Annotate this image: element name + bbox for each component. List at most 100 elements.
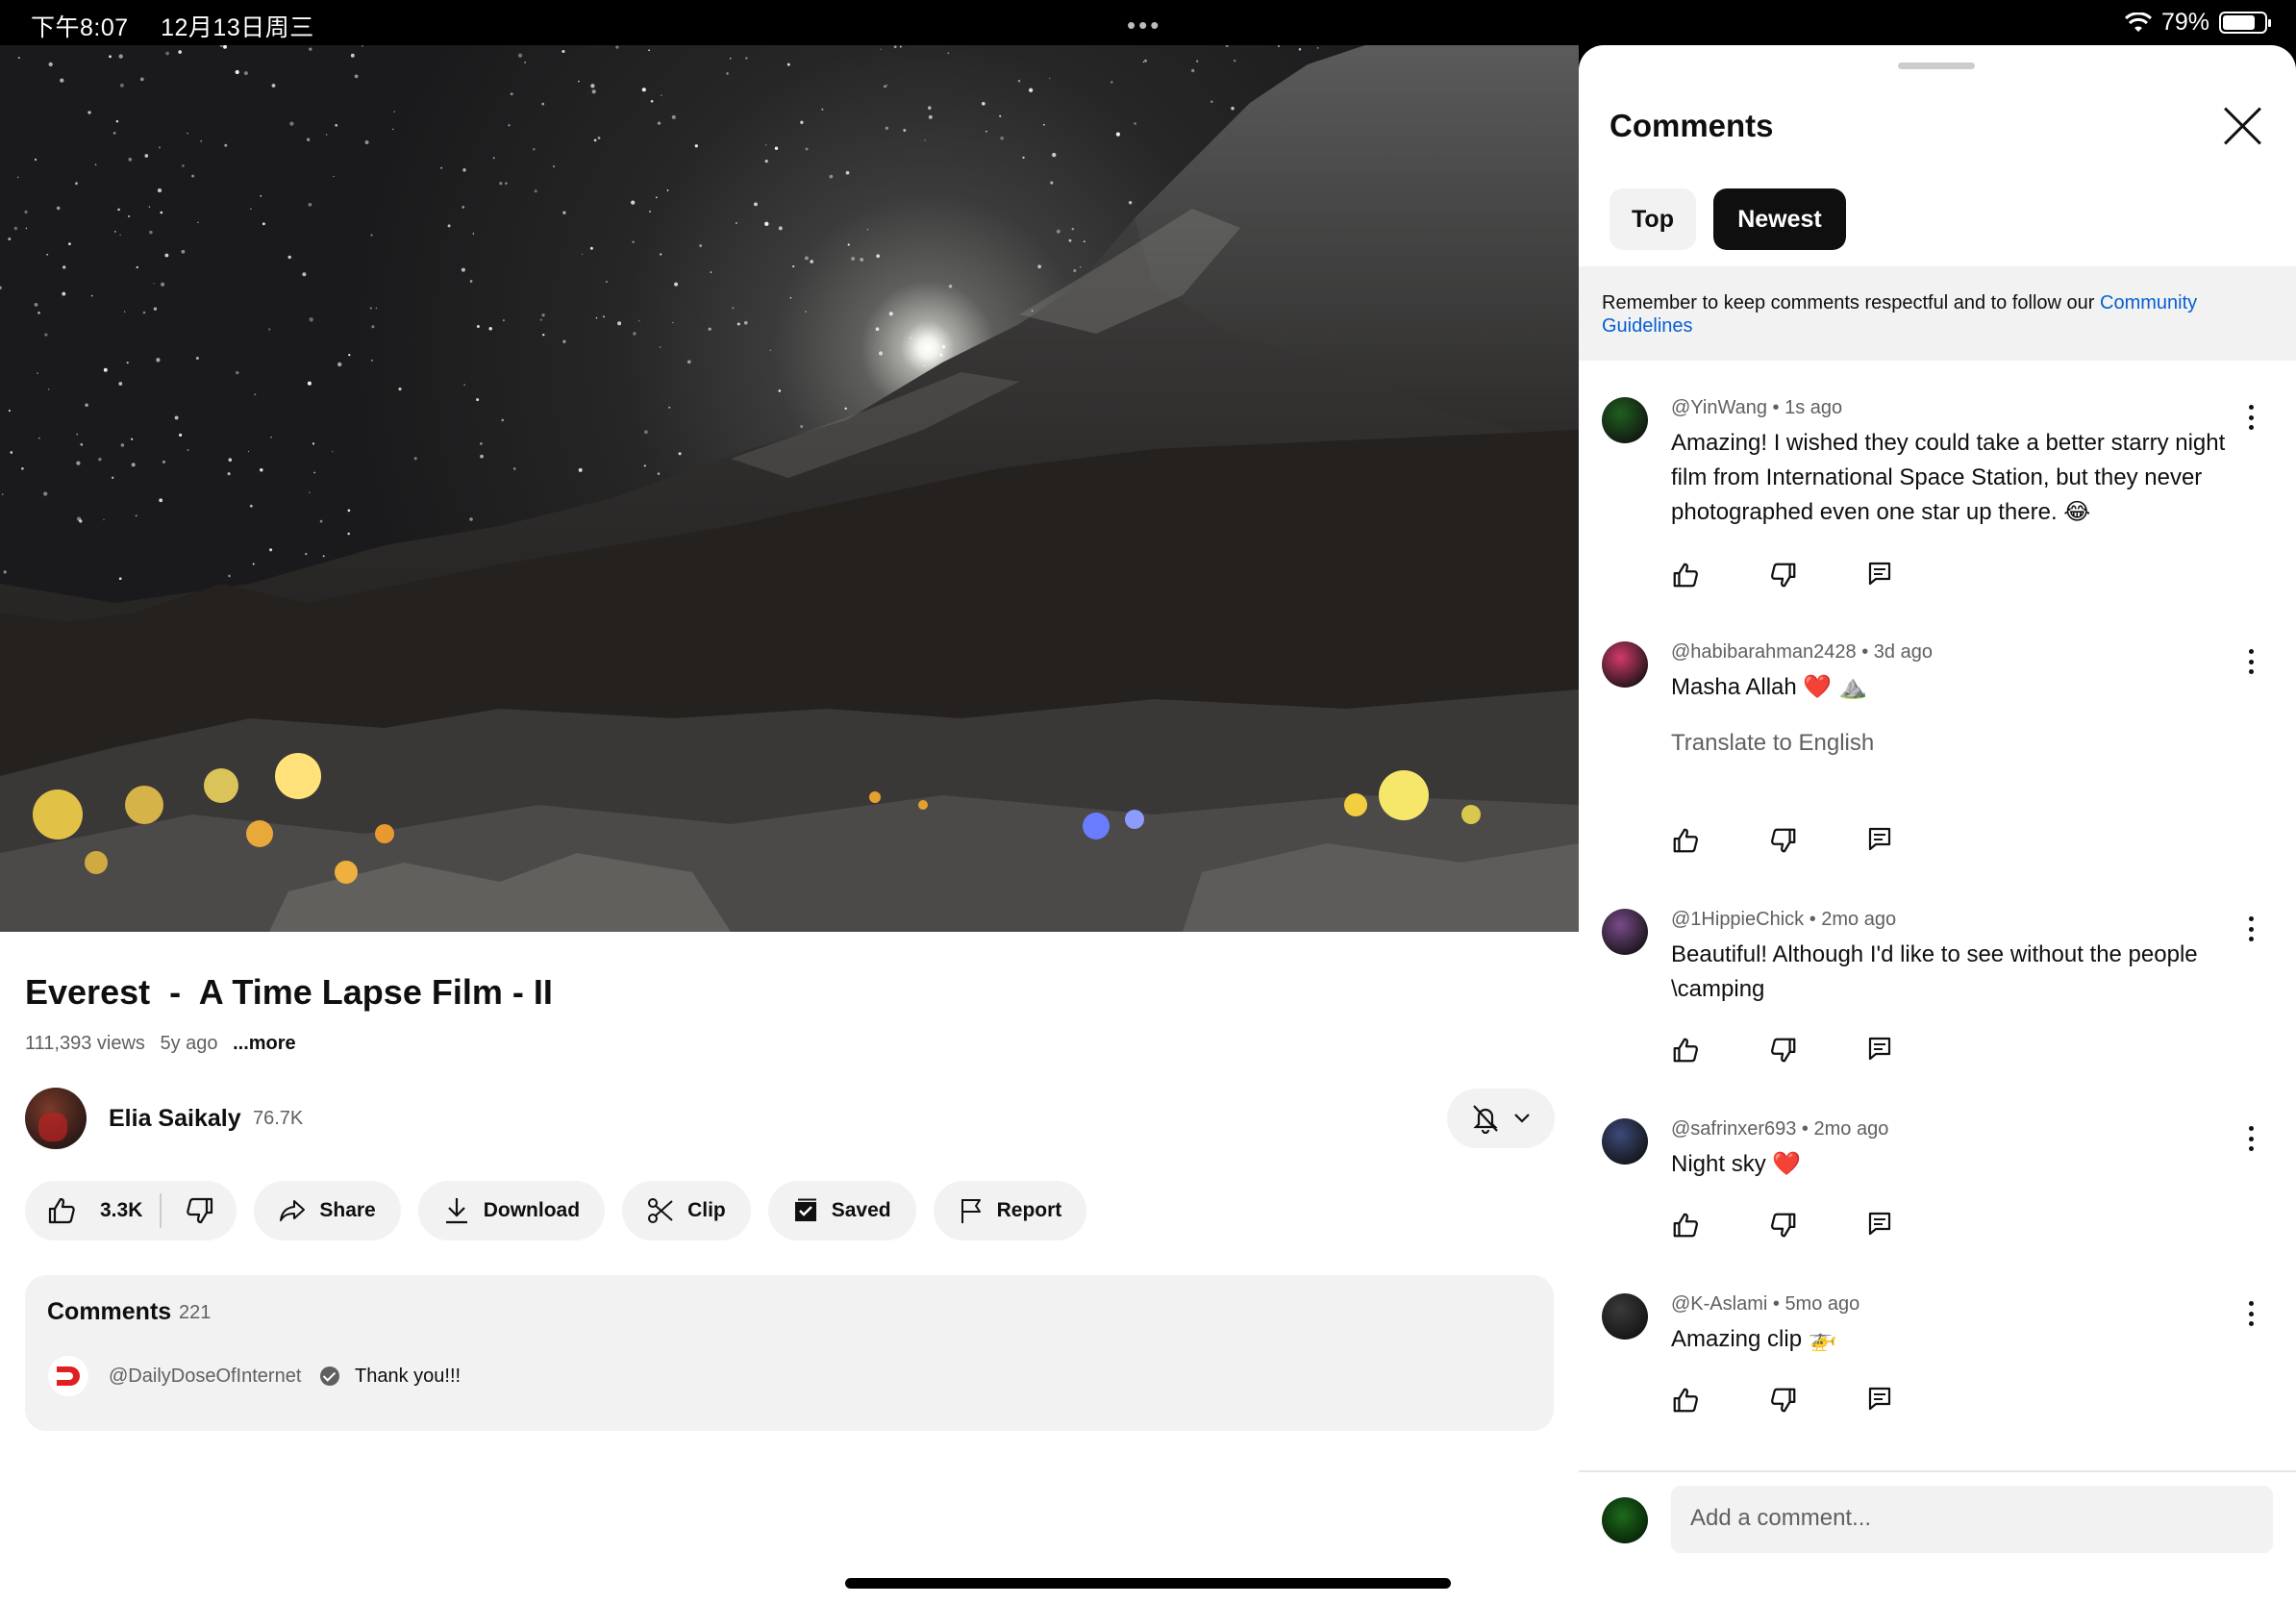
download-button[interactable]: Download — [417, 1181, 606, 1241]
share-label: Share — [319, 1199, 376, 1221]
composer-divider — [1579, 1470, 2296, 1472]
home-indicator[interactable] — [845, 1578, 1451, 1589]
wifi-icon — [2124, 12, 2152, 32]
like-count: 3.3K — [100, 1199, 143, 1221]
comment-author[interactable]: @1HippieChick — [1671, 909, 1804, 930]
comment-actions — [1671, 1211, 1896, 1240]
comment-header: @1HippieChick • 2mo ago — [1671, 909, 1897, 930]
more-vert-icon[interactable] — [2247, 405, 2255, 430]
comment-avatar[interactable] — [1602, 1293, 1648, 1340]
video-player[interactable] — [0, 45, 1579, 932]
comment-avatar[interactable] — [1602, 909, 1648, 955]
thumbs-up-icon[interactable] — [1671, 561, 1700, 589]
reply-icon[interactable] — [1867, 1211, 1896, 1240]
dislike-button[interactable] — [162, 1195, 215, 1226]
thumbs-down-icon[interactable] — [1769, 1036, 1798, 1065]
comment-text: Night sky ❤️ — [1671, 1151, 1802, 1177]
comments-sheet: Comments Top Newest Remember to keep com… — [1579, 45, 2296, 1604]
comment-avatar[interactable] — [1602, 641, 1648, 688]
thumbs-up-icon[interactable] — [1671, 1386, 1700, 1415]
panel-title: Comments — [1610, 108, 1774, 143]
multitasking-dots-icon[interactable]: ••• — [1127, 11, 1161, 40]
comment-text: Amazing! I wished they could take a bett… — [1671, 430, 2226, 525]
comment-author[interactable]: @YinWang — [1671, 397, 1767, 418]
comments-preview-text: Thank you!!! — [355, 1366, 462, 1387]
subscriber-count: 76.7K — [253, 1108, 304, 1129]
report-label: Report — [996, 1199, 1062, 1221]
add-comment-input[interactable]: Add a comment... — [1671, 1486, 2273, 1553]
share-button[interactable]: Share — [254, 1181, 401, 1241]
comment-author[interactable]: @safrinxer693 — [1671, 1118, 1796, 1140]
comment-actions — [1671, 1386, 1896, 1415]
clip-button[interactable]: Clip — [622, 1181, 751, 1241]
thumbs-up-icon[interactable] — [1671, 1036, 1700, 1065]
comment-actions — [1671, 561, 1896, 589]
status-time: 下午8:07 — [31, 14, 129, 41]
clip-label: Clip — [687, 1199, 726, 1221]
thumbs-down-icon[interactable] — [1769, 1211, 1798, 1240]
status-date: 12月13日周三 — [161, 14, 314, 41]
more-link[interactable]: ...more — [233, 1033, 296, 1054]
comment-actions — [1671, 1036, 1896, 1065]
reply-icon[interactable] — [1867, 1386, 1896, 1415]
comments-preview-count: 221 — [179, 1302, 212, 1323]
reply-icon[interactable] — [1867, 561, 1896, 589]
notification-bell-button[interactable] — [1447, 1089, 1555, 1148]
comment-avatar[interactable] — [1602, 397, 1648, 443]
more-vert-icon[interactable] — [2247, 916, 2255, 941]
comment-age: 3d ago — [1873, 641, 1933, 663]
battery-percent: 79% — [2160, 9, 2209, 36]
comment-author[interactable]: @habibarahman2428 — [1671, 641, 1857, 663]
video-meta: 111,393 views 5y ago ...more — [25, 1033, 306, 1055]
comments-panel: Comments Top Newest Remember to keep com… — [1579, 45, 2296, 1604]
thumbs-down-icon[interactable] — [1769, 826, 1798, 855]
guidelines-text: Remember to keep comments respectful and… — [1602, 292, 2101, 313]
chevron-down-icon — [1514, 1114, 1530, 1123]
close-icon[interactable] — [2221, 105, 2263, 147]
channel-name[interactable]: Elia Saikaly — [109, 1105, 241, 1133]
more-vert-icon[interactable] — [2247, 1301, 2255, 1326]
like-dislike-group: 3.3K — [25, 1181, 237, 1241]
comment-author[interactable]: @K-Aslami — [1671, 1293, 1767, 1315]
share-icon — [280, 1200, 306, 1221]
channel-avatar[interactable] — [25, 1088, 87, 1149]
comment-age: 2mo ago — [1821, 909, 1897, 930]
download-icon — [445, 1198, 467, 1224]
thumbs-up-icon[interactable] — [1671, 1211, 1700, 1240]
video-title: Everest - A Time Lapse Film - II — [25, 972, 553, 1012]
more-vert-icon[interactable] — [2247, 1126, 2255, 1151]
comments-preview-title: Comments — [47, 1298, 172, 1325]
reply-icon[interactable] — [1867, 1036, 1896, 1065]
comment-age: 2mo ago — [1813, 1118, 1889, 1140]
comment-avatar[interactable] — [1602, 1118, 1648, 1165]
thumbs-down-icon — [187, 1197, 213, 1224]
comment-header: @K-Aslami • 5mo ago — [1671, 1293, 1860, 1315]
comment-actions — [1671, 826, 1896, 855]
battery-icon — [2219, 12, 2271, 34]
comment-text: Beautiful! Although I'd like to see with… — [1671, 941, 2198, 1002]
thumbs-down-icon[interactable] — [1769, 561, 1798, 589]
bell-off-icon — [1473, 1105, 1498, 1134]
report-button[interactable]: Report — [933, 1181, 1087, 1241]
thumbs-down-icon[interactable] — [1769, 1386, 1798, 1415]
tab-newest[interactable]: Newest — [1713, 188, 1846, 250]
sheet-grabber[interactable] — [1898, 63, 1975, 69]
tab-top[interactable]: Top — [1610, 188, 1696, 250]
download-label: Download — [483, 1199, 581, 1221]
comment-text: Amazing clip 🚁 — [1671, 1326, 1837, 1352]
saved-button[interactable]: Saved — [767, 1181, 916, 1241]
commenter-logo-icon — [48, 1356, 88, 1396]
comment-header: @habibarahman2428 • 3d ago — [1671, 641, 1933, 663]
like-button[interactable]: 3.3K — [46, 1193, 162, 1228]
reply-icon[interactable] — [1867, 826, 1896, 855]
status-right: 79% — [2124, 9, 2271, 37]
own-avatar — [1602, 1497, 1648, 1543]
translate-link[interactable]: Translate to English — [1671, 730, 1874, 757]
video-frame — [0, 45, 1579, 932]
thumbs-up-icon[interactable] — [1671, 826, 1700, 855]
comment-age: 1s ago — [1784, 397, 1843, 418]
comment-age: 5mo ago — [1784, 1293, 1860, 1315]
thumbs-up-icon — [48, 1197, 75, 1224]
comments-preview-card[interactable]: Comments 221 @DailyDoseOfInternet Thank … — [25, 1275, 1554, 1431]
more-vert-icon[interactable] — [2247, 649, 2255, 674]
